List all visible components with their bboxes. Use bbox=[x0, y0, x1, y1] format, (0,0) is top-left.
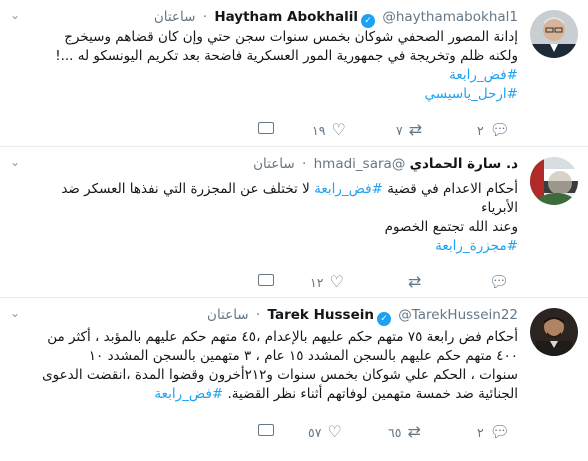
like-button[interactable]: ٥٧ ♡ bbox=[308, 424, 342, 440]
tweet-text-part: لا تختلف عن المجزرة التي نفذها العسكر ضد bbox=[61, 181, 310, 197]
tweet-header: Haytham Abokhalil ✓ @haythamabokhal1 · سا… bbox=[154, 9, 518, 28]
tweet-line: ٤٠٠ متهم حكم عليهم بالسجن المشدد ١٥ عام … bbox=[88, 348, 518, 364]
handle[interactable]: @haythamabokhal1 bbox=[382, 9, 518, 25]
mail-icon bbox=[258, 274, 274, 286]
tweet-text: إدانة المصور الصحفي شوكان بخمس سنوات سجن… bbox=[14, 28, 518, 104]
message-button[interactable] bbox=[258, 122, 274, 134]
reply-count: ٢ bbox=[477, 122, 484, 138]
avatar[interactable] bbox=[530, 157, 578, 205]
tweet-actions: ٢ 💬︎ ٦٥ ⇄ ٥٧ ♡ bbox=[0, 424, 588, 444]
display-name[interactable]: Haytham Abokhalil bbox=[214, 9, 358, 25]
avatar[interactable] bbox=[530, 308, 578, 356]
tweet-line: ولكنه ظلم وتخريجة في جمهورية المور العسك… bbox=[55, 48, 518, 64]
tweet[interactable]: ⌄ Tarek Hussein ✓ @TarekHussein22 · ساعتا… bbox=[0, 298, 588, 461]
display-name[interactable]: Tarek Hussein bbox=[268, 307, 374, 323]
tweet-line: الأبرياء bbox=[481, 200, 518, 216]
tweet-line: أحكام فض رابعة ٧٥ متهم حكم عليهم بالإعدا… bbox=[47, 329, 518, 345]
heart-icon: ♡ bbox=[329, 272, 344, 291]
retweet-count: ٧ bbox=[396, 122, 403, 138]
timestamp[interactable]: ساعتان bbox=[253, 156, 295, 172]
verified-icon: ✓ bbox=[376, 312, 391, 326]
separator: · bbox=[255, 307, 261, 323]
reply-icon: 💬︎ bbox=[489, 422, 511, 441]
reply-button[interactable]: ٢ 💬︎ bbox=[477, 424, 510, 440]
message-button[interactable] bbox=[258, 274, 274, 286]
tweet-line: وعند الله تجتمع الخصوم bbox=[384, 219, 518, 235]
chevron-down-icon[interactable]: ⌄ bbox=[10, 306, 20, 320]
like-count: ١٢ bbox=[310, 274, 324, 290]
separator: · bbox=[302, 156, 307, 172]
reply-button[interactable]: ٢ 💬︎ bbox=[477, 122, 510, 138]
display-name[interactable]: د. سارة الحمادي bbox=[410, 156, 518, 172]
reply-count: ٢ bbox=[477, 424, 484, 440]
mail-icon bbox=[258, 122, 274, 134]
tweet[interactable]: ⌄ د. سارة الحمادي @hmadi_sara · ساعتان أ… bbox=[0, 147, 588, 298]
separator: · bbox=[202, 9, 208, 25]
retweet-count: ٦٥ bbox=[388, 424, 402, 440]
avatar[interactable] bbox=[530, 10, 578, 58]
tweet-actions: 💬︎ ⇄ ١٢ ♡ bbox=[0, 274, 588, 294]
verified-icon: ✓ bbox=[361, 14, 376, 28]
tweet-header: Tarek Hussein ✓ @TarekHussein22 · ساعتان bbox=[207, 307, 518, 326]
tweet-line: الجنائية ضد خمسة متهمين لوفاتهم أثناء نظ… bbox=[227, 386, 518, 402]
tweet-line: إدانة المصور الصحفي شوكان بخمس سنوات سجن… bbox=[64, 29, 518, 45]
hashtag-link[interactable]: #فض_رابعة bbox=[449, 67, 518, 83]
handle[interactable]: @TarekHussein22 bbox=[398, 307, 518, 323]
tweet-text-part: أحكام الاعدام في قضية bbox=[387, 181, 518, 197]
retweet-button[interactable]: ⇄ bbox=[402, 274, 421, 290]
hashtag-link[interactable]: #فض_رابعة bbox=[314, 181, 383, 197]
retweet-button[interactable]: ٧ ⇄ bbox=[396, 122, 422, 138]
handle[interactable]: @hmadi_sara bbox=[314, 156, 406, 172]
tweet-actions: ٢ 💬︎ ٧ ⇄ ١٩ ♡ bbox=[0, 122, 588, 142]
chevron-down-icon[interactable]: ⌄ bbox=[10, 8, 20, 22]
hashtag-link[interactable]: #ارحل_ياسيسي bbox=[425, 86, 518, 102]
hashtag-link[interactable]: #مجزرة_رابعة bbox=[435, 238, 518, 254]
like-count: ٥٧ bbox=[308, 424, 322, 440]
message-button[interactable] bbox=[258, 424, 274, 436]
retweet-icon: ⇄ bbox=[407, 422, 421, 441]
retweet-icon: ⇄ bbox=[408, 120, 423, 139]
mail-icon bbox=[258, 424, 274, 436]
like-count: ١٩ bbox=[312, 122, 326, 138]
retweet-icon: ⇄ bbox=[408, 272, 422, 291]
like-button[interactable]: ١٩ ♡ bbox=[312, 122, 346, 138]
timestamp[interactable]: ساعتان bbox=[207, 307, 249, 323]
timestamp[interactable]: ساعتان bbox=[154, 9, 196, 25]
tweet-text: أحكام فض رابعة ٧٥ متهم حكم عليهم بالإعدا… bbox=[14, 328, 518, 404]
tweet[interactable]: ⌄ Haytham Abokhalil ✓ @haythamabokhal1 · … bbox=[0, 0, 588, 147]
hashtag-link[interactable]: #فض_رابعة bbox=[154, 386, 223, 402]
heart-icon: ♡ bbox=[331, 120, 346, 139]
tweet-text: أحكام الاعدام في قضية #فض_رابعة لا تختلف… bbox=[14, 180, 518, 256]
heart-icon: ♡ bbox=[327, 422, 342, 441]
tweet-line: سنوات ، الحكم علي شوكان بخمس سنوات و٢١٢أ… bbox=[42, 367, 518, 383]
reply-icon: 💬︎ bbox=[489, 120, 511, 139]
chevron-down-icon[interactable]: ⌄ bbox=[10, 155, 20, 169]
like-button[interactable]: ١٢ ♡ bbox=[310, 274, 344, 290]
reply-icon: 💬︎ bbox=[489, 272, 510, 291]
reply-button[interactable]: 💬︎ bbox=[483, 274, 509, 290]
retweet-button[interactable]: ٦٥ ⇄ bbox=[388, 424, 421, 440]
tweet-header: د. سارة الحمادي @hmadi_sara · ساعتان bbox=[253, 156, 518, 172]
